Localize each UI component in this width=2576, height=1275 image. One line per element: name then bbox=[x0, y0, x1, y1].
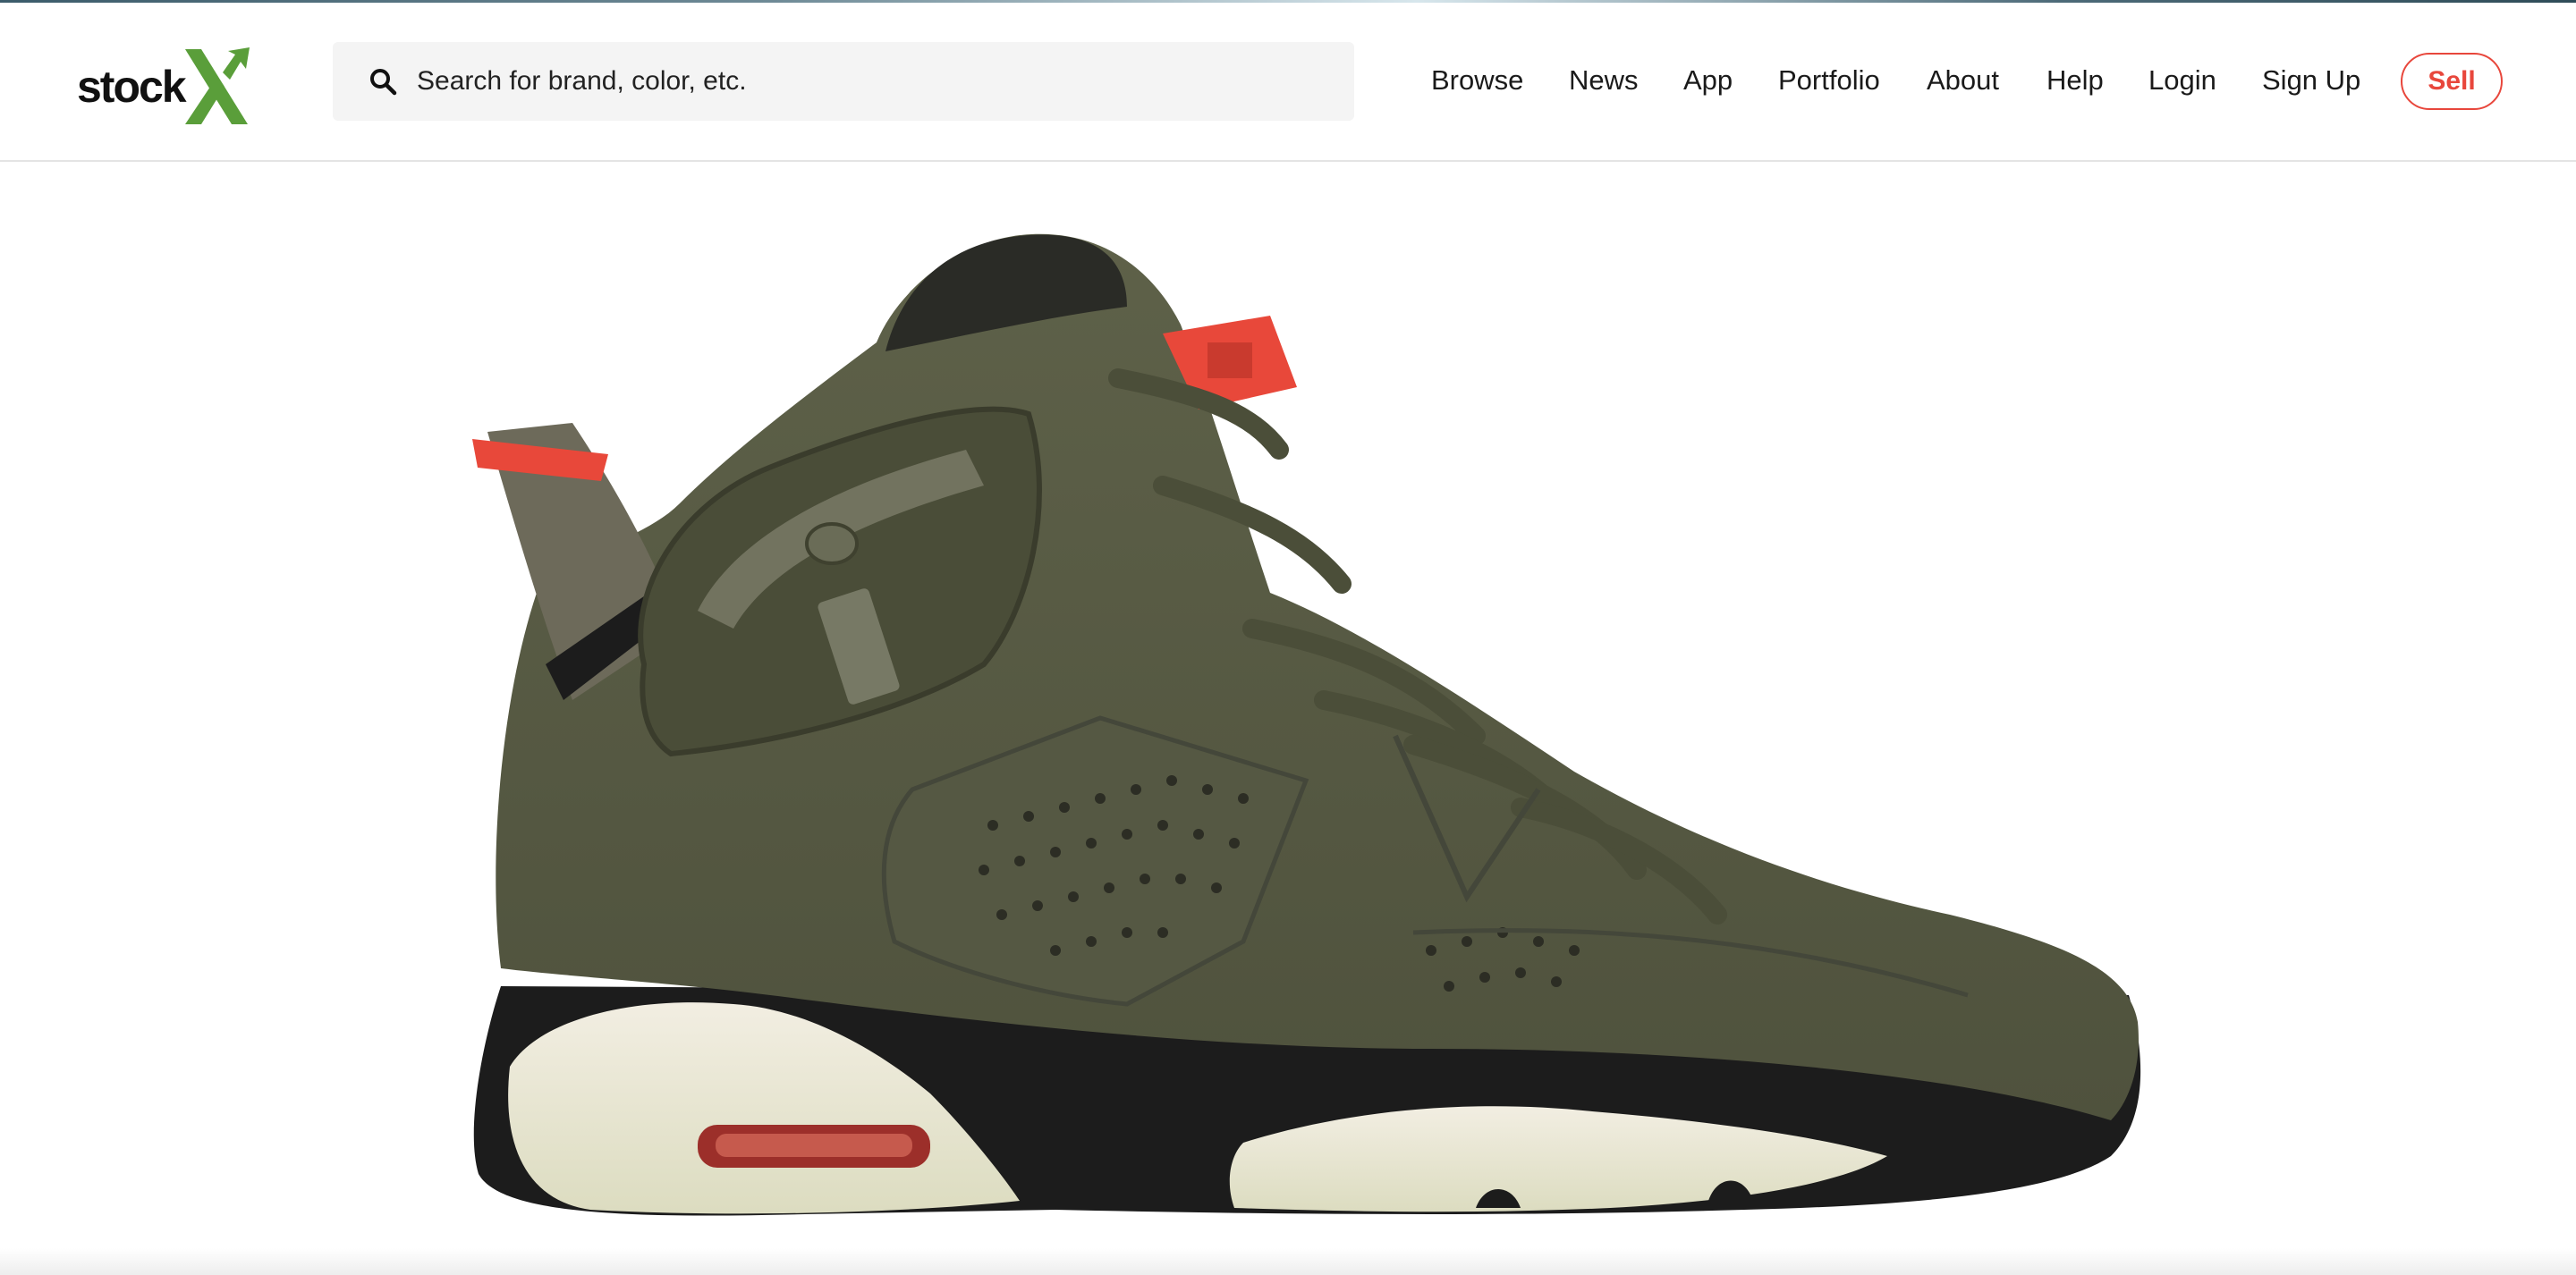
sell-button[interactable]: Sell bbox=[2401, 53, 2503, 110]
nav-sign-up[interactable]: Sign Up bbox=[2262, 41, 2360, 120]
nav-news[interactable]: News bbox=[1569, 41, 1639, 120]
sneaker-product-image bbox=[472, 233, 2141, 1216]
nav-about[interactable]: About bbox=[1927, 41, 1999, 120]
logo-x-mark-icon bbox=[184, 47, 250, 124]
stockx-logo[interactable]: stock bbox=[77, 44, 265, 130]
search-icon bbox=[367, 65, 399, 97]
search-bar[interactable] bbox=[333, 42, 1354, 121]
nav-login[interactable]: Login bbox=[2148, 41, 2216, 120]
nav-browse[interactable]: Browse bbox=[1431, 41, 1523, 120]
nav-help[interactable]: Help bbox=[2046, 41, 2104, 120]
search-input[interactable] bbox=[415, 54, 1313, 109]
hero-bottom-shadow bbox=[0, 1248, 2576, 1275]
top-navigation-bar: stock Browse News App Portfolio About He… bbox=[0, 3, 2576, 162]
product-hero bbox=[0, 164, 2576, 1275]
nav-portfolio[interactable]: Portfolio bbox=[1778, 41, 1880, 120]
nav-app[interactable]: App bbox=[1683, 41, 1733, 120]
logo-wordmark: stock bbox=[77, 62, 187, 112]
